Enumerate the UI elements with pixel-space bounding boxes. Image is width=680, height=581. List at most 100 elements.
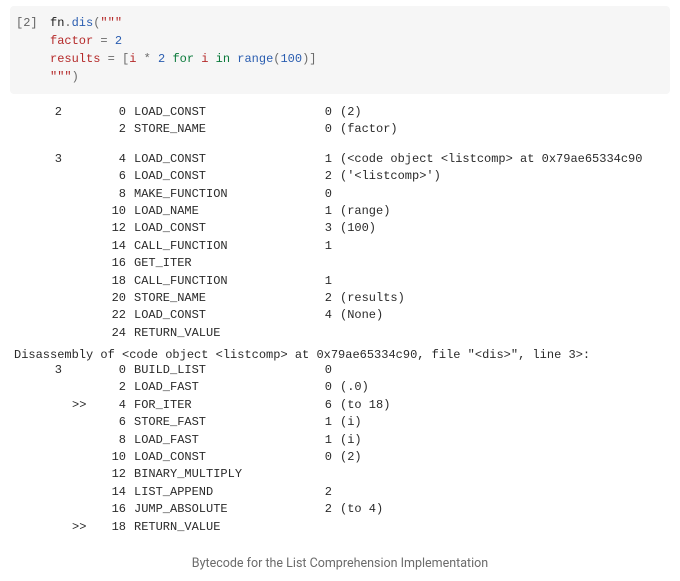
bytecode-offset: 18 [96,519,134,536]
bytecode-opcode: LOAD_FAST [134,432,304,449]
bytecode-row: >>4FOR_ITER6(to 18) [14,397,666,414]
bytecode-opcode: LOAD_CONST [134,449,304,466]
code-token: fn [50,16,64,30]
bytecode-argval: (2) [340,104,666,121]
bytecode-arg: 0 [304,449,340,466]
bytecode-marker [72,362,96,379]
bytecode-arg: 0 [304,362,340,379]
bytecode-output: 20LOAD_CONST0(2)2STORE_NAME0(factor)34LO… [0,104,680,348]
code-token: factor [50,34,100,48]
bytecode-lineno: 3 [14,151,72,168]
bytecode-arg: 2 [304,168,340,185]
bytecode-marker [72,255,96,272]
bytecode-argval [340,238,666,255]
bytecode-opcode: STORE_FAST [134,414,304,431]
bytecode-row: 18CALL_FUNCTION1 [14,273,666,290]
bytecode-argval: (.0) [340,379,666,396]
bytecode-arg: 1 [304,414,340,431]
bytecode-argval: (None) [340,307,666,324]
bytecode-argval [340,186,666,203]
bytecode-row: 12LOAD_CONST3(100) [14,220,666,237]
bytecode-argval [340,362,666,379]
bytecode-row: 22LOAD_CONST4(None) [14,307,666,324]
bytecode-row: 10LOAD_CONST0(2) [14,449,666,466]
bytecode-offset: 12 [96,466,134,483]
bytecode-argval: (100) [340,220,666,237]
bytecode-offset: 16 [96,255,134,272]
bytecode-marker [72,168,96,185]
code-token: range [237,52,273,66]
bytecode-offset: 10 [96,203,134,220]
figure-caption: Bytecode for the List Comprehension Impl… [0,542,680,581]
bytecode-arg [304,255,340,272]
bytecode-opcode: LOAD_NAME [134,203,304,220]
code-token: dis [72,16,94,30]
bytecode-opcode: STORE_NAME [134,290,304,307]
bytecode-row: 12BINARY_MULTIPLY [14,466,666,483]
bytecode-opcode: BUILD_LIST [134,362,304,379]
bytecode-arg [304,519,340,536]
bytecode-output-listcomp: 30BUILD_LIST02LOAD_FAST0(.0)>>4FOR_ITER6… [0,362,680,542]
bytecode-lineno [14,519,72,536]
bytecode-arg [304,325,340,342]
bytecode-row: 16GET_ITER [14,255,666,272]
bytecode-opcode: STORE_NAME [134,121,304,138]
bytecode-arg: 3 [304,220,340,237]
bytecode-row: 16JUMP_ABSOLUTE2(to 4) [14,501,666,518]
bytecode-opcode: LOAD_FAST [134,379,304,396]
bytecode-arg: 4 [304,307,340,324]
bytecode-arg: 2 [304,484,340,501]
bytecode-argval [340,484,666,501]
disassembly-header: Disassembly of <code object <listcomp> a… [0,348,680,362]
bytecode-argval: (<code object <listcomp> at 0x79ae65334c… [340,151,666,168]
code-token: in [216,52,230,66]
bytecode-marker [72,121,96,138]
bytecode-lineno [14,414,72,431]
bytecode-opcode: BINARY_MULTIPLY [134,466,304,483]
bytecode-argval: (range) [340,203,666,220]
bytecode-offset: 14 [96,238,134,255]
bytecode-arg: 2 [304,290,340,307]
bytecode-arg: 2 [304,501,340,518]
bytecode-marker: >> [72,519,96,536]
bytecode-marker [72,466,96,483]
bytecode-marker [72,449,96,466]
bytecode-offset: 6 [96,414,134,431]
bytecode-offset: 8 [96,186,134,203]
bytecode-row: 8MAKE_FUNCTION0 [14,186,666,203]
code-token: i [194,52,216,66]
code-token: = [100,34,114,48]
bytecode-row: 20STORE_NAME2(results) [14,290,666,307]
code-token: results [50,52,108,66]
bytecode-argval: (results) [340,290,666,307]
bytecode-lineno [14,238,72,255]
bytecode-row: 34LOAD_CONST1(<code object <listcomp> at… [14,151,666,168]
bytecode-marker [72,220,96,237]
bytecode-arg: 0 [304,186,340,203]
bytecode-lineno [14,466,72,483]
bytecode-lineno [14,220,72,237]
bytecode-offset: 18 [96,273,134,290]
bytecode-argval: ('<listcomp>') [340,168,666,185]
code-body: fn.dis(""" factor = 2 results = [i * 2 f… [50,14,317,86]
bytecode-arg: 1 [304,203,340,220]
bytecode-marker [72,104,96,121]
bytecode-argval: (to 4) [340,501,666,518]
bytecode-opcode: LOAD_CONST [134,151,304,168]
bytecode-marker [72,484,96,501]
bytecode-row: 2STORE_NAME0(factor) [14,121,666,138]
bytecode-offset: 2 [96,379,134,396]
bytecode-offset: 12 [96,220,134,237]
bytecode-opcode: LIST_APPEND [134,484,304,501]
bytecode-marker [72,501,96,518]
bytecode-row: >>18RETURN_VALUE [14,519,666,536]
bytecode-marker [72,203,96,220]
code-token: = [108,52,122,66]
bytecode-arg [304,466,340,483]
bytecode-offset: 4 [96,151,134,168]
bytecode-argval [340,325,666,342]
bytecode-row: 24RETURN_VALUE [14,325,666,342]
bytecode-marker [72,307,96,324]
bytecode-row: 30BUILD_LIST0 [14,362,666,379]
bytecode-lineno [14,273,72,290]
